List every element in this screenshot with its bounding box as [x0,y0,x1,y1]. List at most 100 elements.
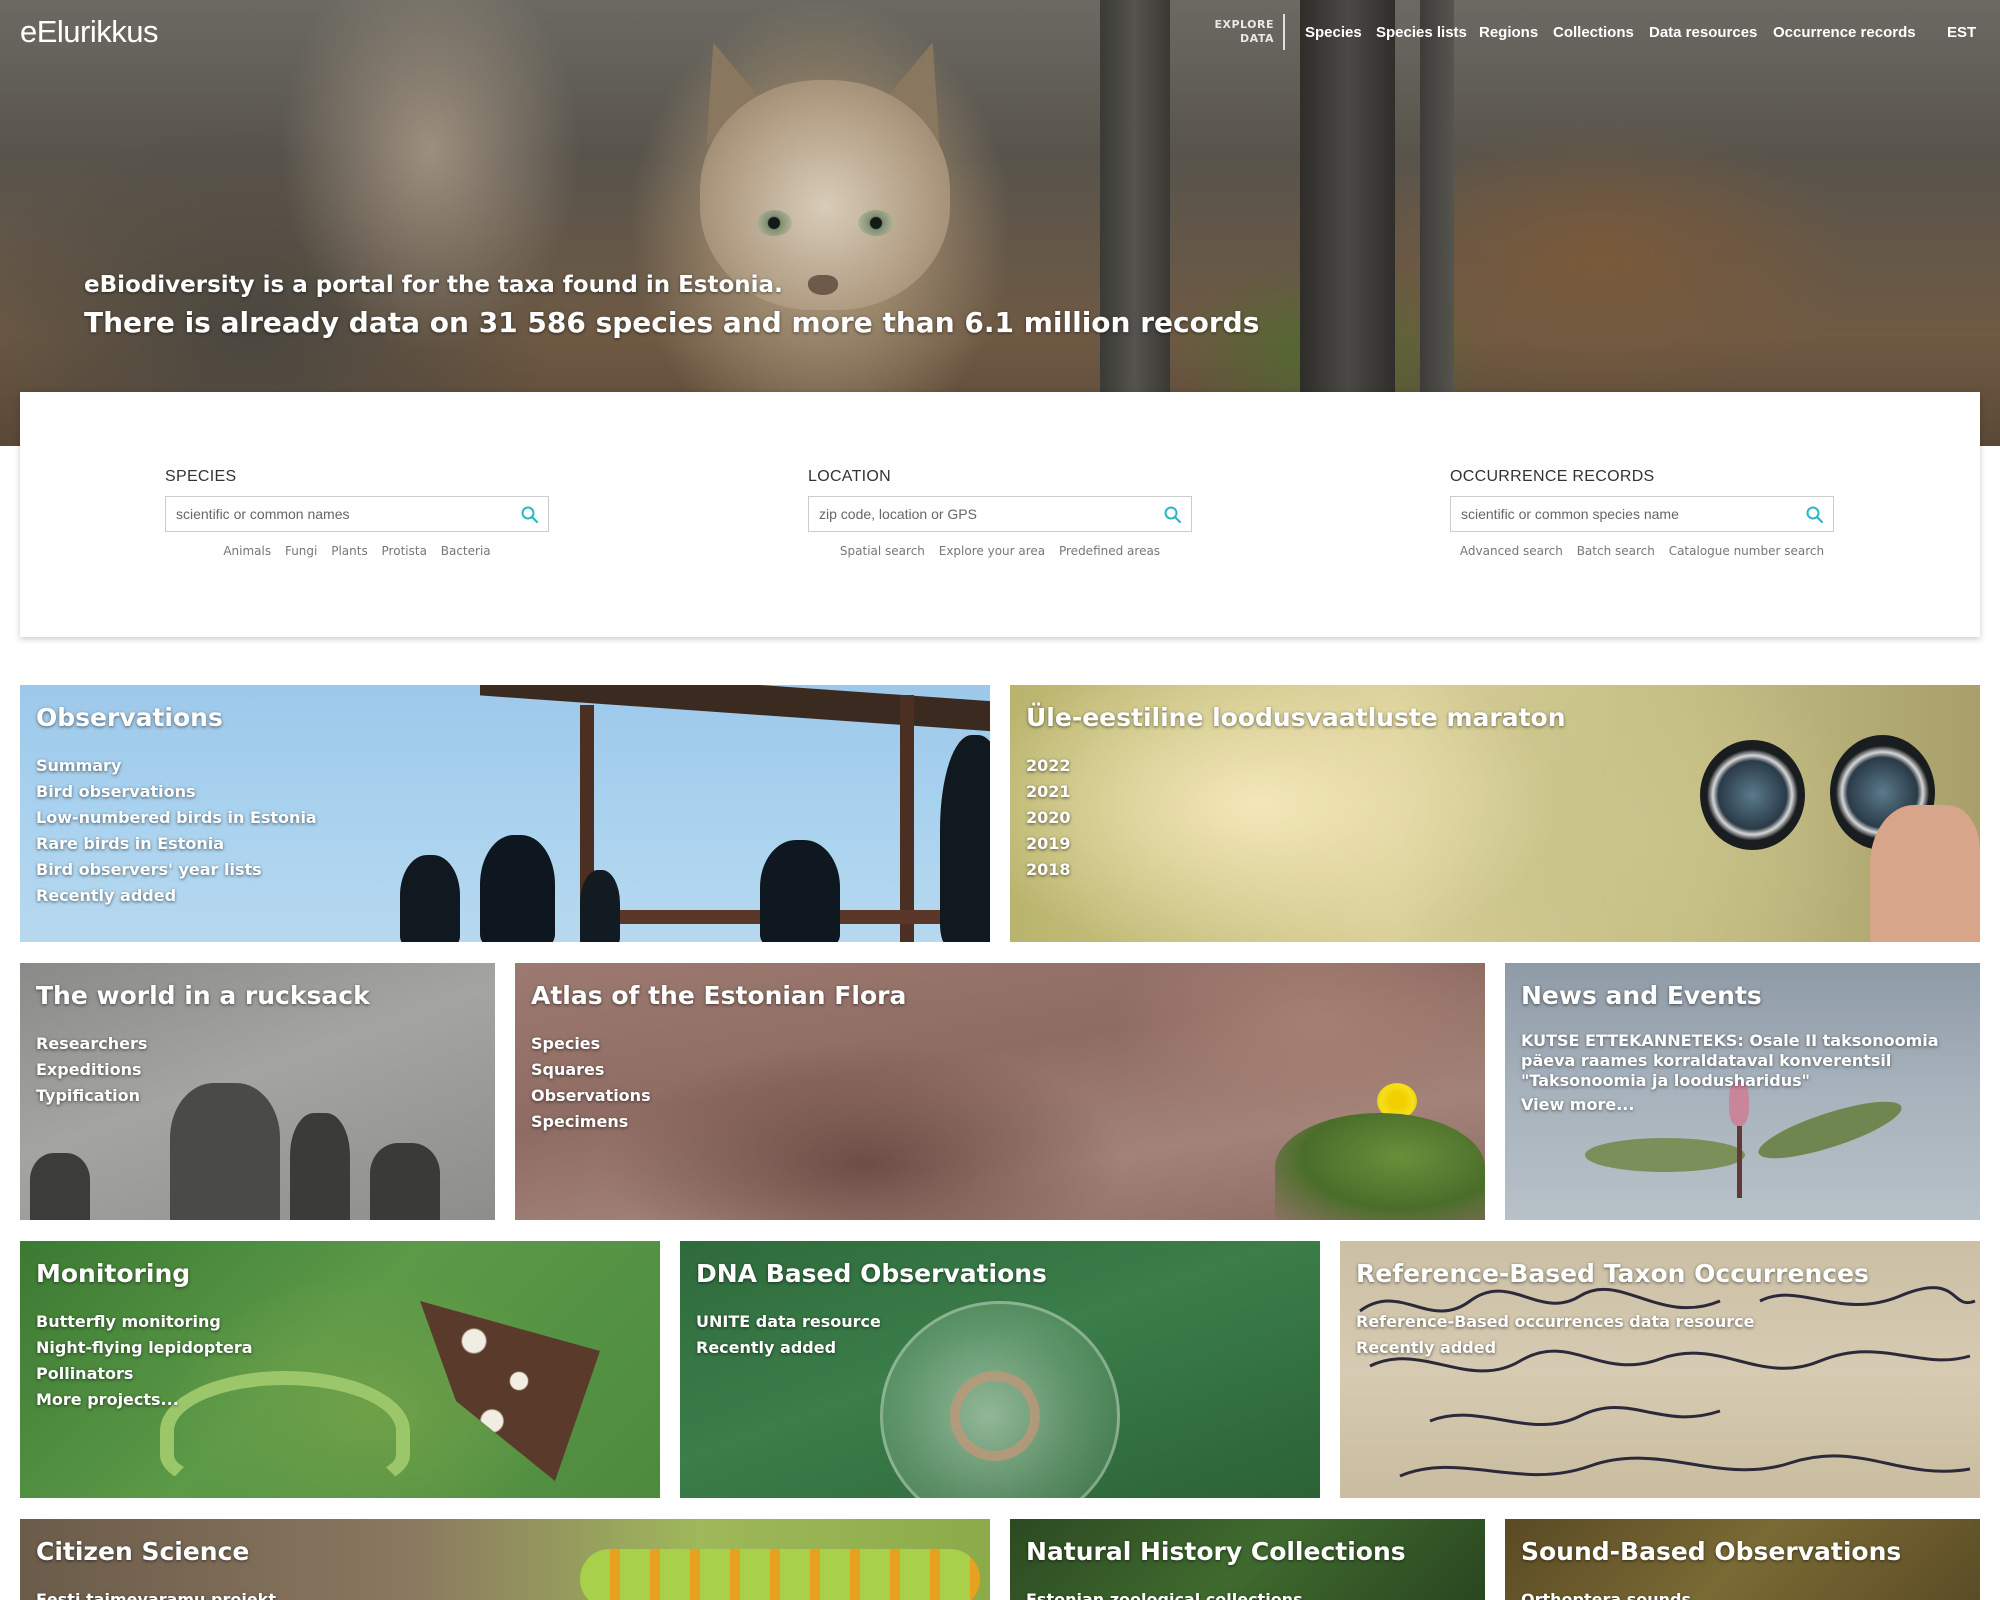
link-squares[interactable]: Squares [531,1057,651,1083]
link-explore-your-area[interactable]: Explore your area [939,544,1045,558]
link-year-2019[interactable]: 2019 [1026,831,1071,857]
tile-title: Atlas of the Estonian Flora [531,981,907,1010]
link-predefined-areas[interactable]: Predefined areas [1059,544,1160,558]
tile-world-in-rucksack[interactable]: The world in a rucksack Researchers Expe… [20,963,495,1220]
link-fungi[interactable]: Fungi [285,544,317,558]
nav-species[interactable]: Species [1305,24,1362,41]
news-headline[interactable]: KUTSE ETTEKANNETEKS: Osale II taksonoomi… [1521,1031,1951,1091]
link-more-projects[interactable]: More projects... [36,1387,253,1413]
tile-dna-observations[interactable]: DNA Based Observations UNITE data resour… [680,1241,1320,1498]
tile-monitoring[interactable]: Monitoring Butterfly monitoring Night-fl… [20,1241,660,1498]
link-butterfly-monitoring[interactable]: Butterfly monitoring [36,1309,253,1335]
link-bird-observers-year-lists[interactable]: Bird observers' year lists [36,857,317,883]
tile-nature-marathon[interactable]: Üle-eestiline loodusvaatluste maraton 20… [1010,685,1980,942]
link-reference-based-data-resource[interactable]: Reference-Based occurrences data resourc… [1356,1309,1754,1335]
tile-title: Sound-Based Observations [1521,1537,1902,1566]
tile-sound-observations[interactable]: Sound-Based Observations Orthoptera soun… [1505,1519,1980,1600]
nav-regions[interactable]: Regions [1479,24,1538,41]
lynx-nose-image [808,275,838,295]
link-eesti-taimevaramu[interactable]: Eesti taimevaramu projekt [36,1587,276,1600]
location-search-input[interactable] [809,497,1149,531]
link-summary[interactable]: Summary [36,753,317,779]
link-rare-birds[interactable]: Rare birds in Estonia [36,831,317,857]
link-orthoptera-sounds[interactable]: Orthoptera sounds [1521,1587,1691,1600]
lynx-eye-image [756,210,792,236]
binoculars-image [1700,740,1805,850]
tile-reference-occurrences[interactable]: Reference-Based Taxon Occurrences Refere… [1340,1241,1980,1498]
nav-species-lists[interactable]: Species lists [1376,24,1467,41]
link-recently-added[interactable]: Recently added [36,883,317,909]
occurrence-search-input[interactable] [1451,497,1791,531]
link-catalogue-number-search[interactable]: Catalogue number search [1669,544,1824,558]
link-advanced-search[interactable]: Advanced search [1460,544,1563,558]
tile-title: DNA Based Observations [696,1259,1047,1288]
link-bird-observations[interactable]: Bird observations [36,779,317,805]
plant-leaf-image [1753,1090,1907,1170]
tree-trunk-image [1300,0,1395,446]
species-search-input[interactable] [166,497,506,531]
leaves-image [1275,1113,1485,1220]
link-year-2022[interactable]: 2022 [1026,753,1071,779]
occurrence-search-title: OCCURRENCE RECORDS [1450,468,1655,485]
search-panel: SPECIES Animals Fungi Plants Protista Ba… [20,392,1980,637]
species-quick-links: Animals Fungi Plants Protista Bacteria [165,544,549,558]
language-switch[interactable]: EST [1947,24,1976,41]
tile-news-and-events[interactable]: News and Events KUTSE ETTEKANNETEKS: Osa… [1505,963,1980,1220]
link-pollinators[interactable]: Pollinators [36,1361,253,1387]
search-icon[interactable] [1163,505,1183,525]
tile-links: Orthoptera sounds [1521,1587,1691,1600]
link-recently-added[interactable]: Recently added [1356,1335,1754,1361]
tile-observations[interactable]: Observations Summary Bird observations L… [20,685,990,942]
nav-occurrence-records[interactable]: Occurrence records [1773,24,1916,41]
site-logo[interactable]: eElurikkus [20,14,159,50]
link-estonian-zoological-collections[interactable]: Estonian zoological collections [1026,1587,1303,1600]
link-researchers[interactable]: Researchers [36,1031,147,1057]
link-low-numbered-birds[interactable]: Low-numbered birds in Estonia [36,805,317,831]
search-icon[interactable] [520,505,540,525]
tree-trunk-image [1420,0,1454,446]
tile-links: UNITE data resource Recently added [696,1309,881,1361]
link-plants[interactable]: Plants [331,544,368,558]
view-more-link[interactable]: View more... [1521,1095,1634,1114]
link-year-2018[interactable]: 2018 [1026,857,1071,883]
link-bacteria[interactable]: Bacteria [441,544,491,558]
link-specimens[interactable]: Specimens [531,1109,651,1135]
caterpillar-image [580,1549,980,1600]
link-batch-search[interactable]: Batch search [1577,544,1655,558]
link-night-flying-lepidoptera[interactable]: Night-flying lepidoptera [36,1335,253,1361]
link-typification[interactable]: Typification [36,1083,147,1109]
link-unite-data-resource[interactable]: UNITE data resource [696,1309,881,1335]
explore-label-line1: EXPLORE [1214,18,1274,31]
link-protista[interactable]: Protista [382,544,427,558]
plant-leaf-image [1585,1138,1745,1172]
tile-title: The world in a rucksack [36,981,370,1010]
occurrence-search-group: OCCURRENCE RECORDS Advanced search Batch… [1450,468,1834,558]
cormorant-image [940,735,990,942]
link-year-2021[interactable]: 2021 [1026,779,1071,805]
link-year-2020[interactable]: 2020 [1026,805,1071,831]
link-expeditions[interactable]: Expeditions [36,1057,147,1083]
hero-banner: eElurikkus EXPLORE DATA Species Species … [0,0,2000,446]
tile-links: Species Squares Observations Specimens [531,1031,651,1135]
location-search-group: LOCATION Spatial search Explore your are… [808,468,1192,558]
link-animals[interactable]: Animals [223,544,271,558]
link-species[interactable]: Species [531,1031,651,1057]
link-spatial-search[interactable]: Spatial search [840,544,925,558]
hero-tagline: eBiodiversity is a portal for the taxa f… [84,272,783,298]
hand-image [1870,805,1980,942]
nav-collections[interactable]: Collections [1553,24,1634,41]
tile-links: Reference-Based occurrences data resourc… [1356,1309,1754,1361]
search-icon[interactable] [1805,505,1825,525]
jellyfish-gonad-image [950,1371,1040,1461]
cormorant-image [400,855,460,942]
tile-flora-atlas[interactable]: Atlas of the Estonian Flora Species Squa… [515,963,1485,1220]
location-quick-links: Spatial search Explore your area Predefi… [808,544,1192,558]
species-search-box [165,496,549,532]
cormorant-image [580,870,620,942]
tile-natural-history-collections[interactable]: Natural History Collections Estonian zoo… [1010,1519,1485,1600]
link-recently-added[interactable]: Recently added [696,1335,881,1361]
tile-citizen-science[interactable]: Citizen Science Eesti taimevaramu projek… [20,1519,990,1600]
nav-data-resources[interactable]: Data resources [1649,24,1757,41]
link-observations[interactable]: Observations [531,1083,651,1109]
tile-title: Natural History Collections [1026,1537,1406,1566]
